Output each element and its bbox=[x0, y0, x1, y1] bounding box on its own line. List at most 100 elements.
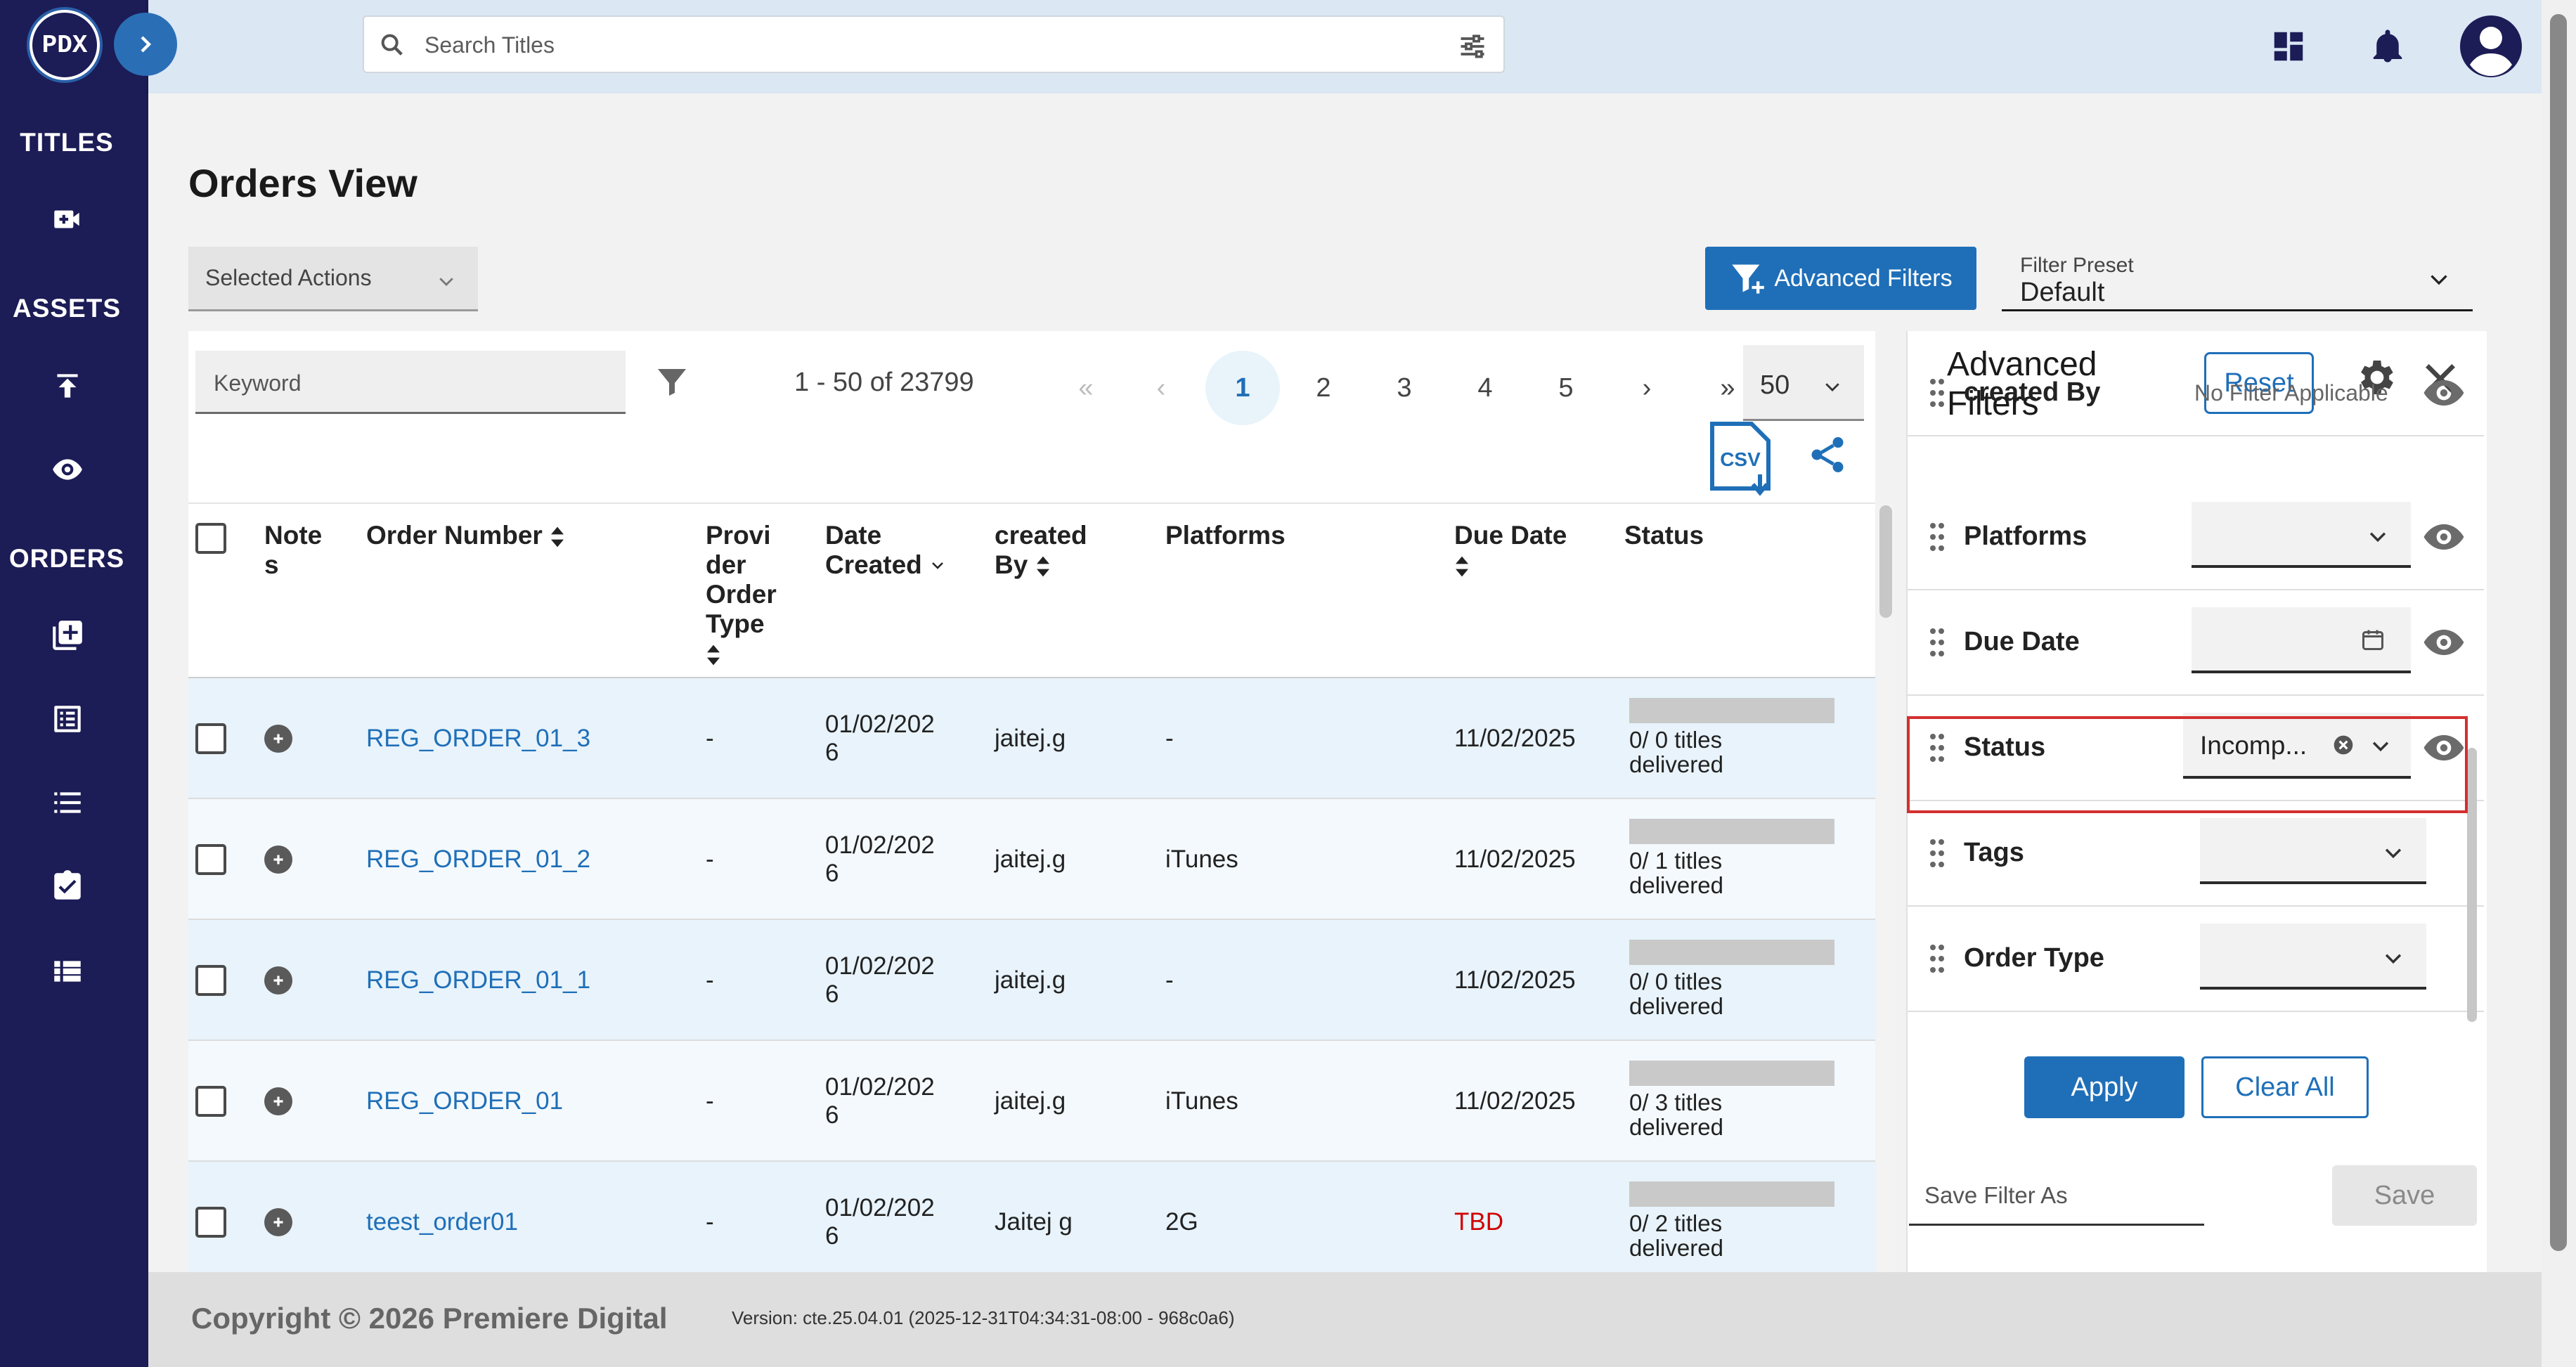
page-2-button[interactable]: 2 bbox=[1286, 351, 1361, 425]
col-date-created[interactable]: Date Created bbox=[825, 521, 946, 580]
table-row[interactable]: REG_ORDER_01 - 01/02/202 6 jaitej.g iTunes 11… bbox=[188, 1041, 1875, 1162]
window-scrollbar[interactable] bbox=[2542, 0, 2576, 1367]
due-date-picker[interactable] bbox=[2192, 607, 2411, 673]
drag-handle-icon[interactable] bbox=[1929, 377, 1946, 408]
table-scrollbar-thumb[interactable] bbox=[1879, 505, 1892, 618]
video-add-icon[interactable] bbox=[49, 201, 86, 238]
share-icon[interactable] bbox=[1806, 434, 1849, 476]
search-input[interactable] bbox=[425, 25, 1409, 65]
table-row[interactable]: teest_order01 - 01/02/202 6 Jaitej g 2G TBD 0/… bbox=[188, 1162, 1875, 1273]
pagination-info: 1 - 50 of 23799 bbox=[794, 368, 974, 397]
drag-handle-icon[interactable] bbox=[1929, 838, 1946, 869]
add-note-icon[interactable] bbox=[264, 966, 292, 995]
list-alt-icon[interactable] bbox=[49, 701, 86, 737]
table-row[interactable]: REG_ORDER_01_2 - 01/02/202 6 jaitej.g iTunes… bbox=[188, 799, 1875, 920]
filter-add-icon bbox=[1732, 264, 1765, 294]
row-checkbox[interactable] bbox=[195, 1207, 226, 1238]
chevron-down-icon bbox=[2381, 841, 2405, 864]
apply-button[interactable]: Apply bbox=[2024, 1056, 2185, 1118]
expand-sidebar-button[interactable] bbox=[114, 13, 177, 76]
page-5-button[interactable]: 5 bbox=[1529, 351, 1603, 425]
visibility-eye-icon[interactable] bbox=[2422, 521, 2466, 552]
per-page-value: 50 bbox=[1760, 370, 1790, 400]
add-note-icon[interactable] bbox=[264, 846, 292, 874]
due-date-cell: 11/02/2025 bbox=[1454, 846, 1576, 873]
first-page-button[interactable]: « bbox=[1049, 351, 1123, 425]
status-progress-bar bbox=[1629, 940, 1834, 965]
filter-row: Platforms bbox=[1908, 485, 2484, 590]
table-row[interactable]: REG_ORDER_01_1 - 01/02/202 6 jaitej.g - 11/02… bbox=[188, 920, 1875, 1041]
visibility-eye-icon[interactable] bbox=[2422, 377, 2466, 408]
drag-handle-icon[interactable] bbox=[1929, 521, 1946, 552]
dashboard-icon[interactable] bbox=[2262, 20, 2315, 73]
window-scrollbar-thumb[interactable] bbox=[2550, 14, 2567, 1251]
view-list-icon[interactable] bbox=[49, 953, 86, 990]
filter-preset-select[interactable]: Filter Preset Default bbox=[2002, 247, 2473, 311]
panel-scrollbar-thumb[interactable] bbox=[2467, 748, 2477, 1022]
col-order-number[interactable]: Order Number bbox=[366, 521, 565, 550]
order-number-link[interactable]: REG_ORDER_01_1 bbox=[366, 966, 590, 995]
csv-download-icon[interactable]: CSV bbox=[1707, 421, 1774, 497]
row-checkbox[interactable] bbox=[195, 965, 226, 996]
search-icon[interactable] bbox=[378, 31, 406, 59]
notification-bell-icon[interactable] bbox=[2361, 20, 2414, 73]
chevron-down-icon bbox=[2431, 275, 2447, 285]
add-note-icon[interactable] bbox=[264, 1208, 292, 1236]
row-checkbox[interactable] bbox=[195, 723, 226, 754]
select-all-checkbox[interactable] bbox=[195, 523, 226, 554]
user-avatar-icon[interactable] bbox=[2456, 11, 2526, 82]
filter-icon[interactable] bbox=[655, 365, 689, 399]
save-button[interactable]: Save bbox=[2332, 1165, 2477, 1226]
row-checkbox[interactable] bbox=[195, 1086, 226, 1117]
eye-icon[interactable] bbox=[49, 451, 86, 488]
drag-handle-icon[interactable] bbox=[1929, 943, 1946, 974]
add-note-icon[interactable] bbox=[264, 1087, 292, 1115]
filter-select[interactable] bbox=[2200, 924, 2426, 990]
due-date-cell: 11/02/2025 bbox=[1454, 725, 1576, 752]
platforms-cell: - bbox=[1165, 725, 1174, 752]
col-created-by[interactable]: created By bbox=[995, 521, 1087, 580]
page-1-button[interactable]: 1 bbox=[1205, 351, 1280, 425]
prev-page-button[interactable]: ‹ bbox=[1124, 351, 1198, 425]
chevron-down-icon bbox=[2366, 524, 2390, 548]
row-checkbox[interactable] bbox=[195, 844, 226, 875]
upload-icon[interactable] bbox=[49, 368, 86, 404]
order-number-link[interactable]: REG_ORDER_01 bbox=[366, 1087, 563, 1115]
pdx-logo[interactable]: PDX bbox=[30, 10, 100, 80]
order-number-link[interactable]: teest_order01 bbox=[366, 1208, 518, 1236]
format-list-icon[interactable] bbox=[49, 784, 86, 821]
col-provider-order-type[interactable]: Provi der Order Type bbox=[706, 521, 777, 668]
created-by-cell: jaitej.g bbox=[995, 725, 1066, 752]
csv-label: CSV bbox=[1720, 448, 1761, 470]
filter-select[interactable] bbox=[2200, 818, 2426, 884]
selected-actions-dropdown[interactable]: Selected Actions bbox=[188, 247, 478, 311]
page-3-button[interactable]: 3 bbox=[1367, 351, 1442, 425]
save-filter-as-input[interactable]: Save Filter As bbox=[1909, 1164, 2204, 1226]
library-add-icon[interactable] bbox=[49, 617, 86, 654]
visibility-eye-icon[interactable] bbox=[2422, 627, 2466, 658]
filter-select[interactable] bbox=[2192, 502, 2411, 568]
per-page-select[interactable]: 50 bbox=[1743, 345, 1864, 421]
col-due-date[interactable]: Due Date bbox=[1454, 521, 1567, 580]
filter-label: Tags bbox=[1964, 838, 2024, 867]
next-page-button[interactable]: › bbox=[1610, 351, 1684, 425]
provider-order-type-cell: - bbox=[706, 725, 714, 752]
assignment-turned-in-icon[interactable] bbox=[49, 868, 86, 905]
date-created-cell: 01/02/202 6 bbox=[825, 952, 935, 1008]
add-note-icon[interactable] bbox=[264, 725, 292, 753]
advanced-filters-button[interactable]: Advanced Filters bbox=[1705, 247, 1976, 310]
clear-all-button[interactable]: Clear All bbox=[2201, 1056, 2369, 1118]
col-platforms: Platforms bbox=[1165, 521, 1286, 550]
filter-preset-label: Filter Preset bbox=[2020, 254, 2134, 277]
order-number-link[interactable]: REG_ORDER_01_2 bbox=[366, 846, 590, 874]
keyword-input[interactable]: Keyword bbox=[195, 351, 626, 414]
drag-handle-icon[interactable] bbox=[1929, 627, 1946, 658]
order-number-link[interactable]: REG_ORDER_01_3 bbox=[366, 725, 590, 753]
col-due-date-label: Due Date bbox=[1454, 521, 1567, 550]
table-row[interactable]: REG_ORDER_01_3 - 01/02/202 6 jaitej.g - 11/02… bbox=[188, 678, 1875, 799]
page-4-button[interactable]: 4 bbox=[1448, 351, 1522, 425]
table-scrollbar[interactable] bbox=[1877, 503, 1895, 1272]
tune-icon[interactable] bbox=[1457, 31, 1488, 62]
chevron-down-icon bbox=[439, 278, 453, 286]
provider-order-type-cell: - bbox=[706, 1087, 714, 1115]
